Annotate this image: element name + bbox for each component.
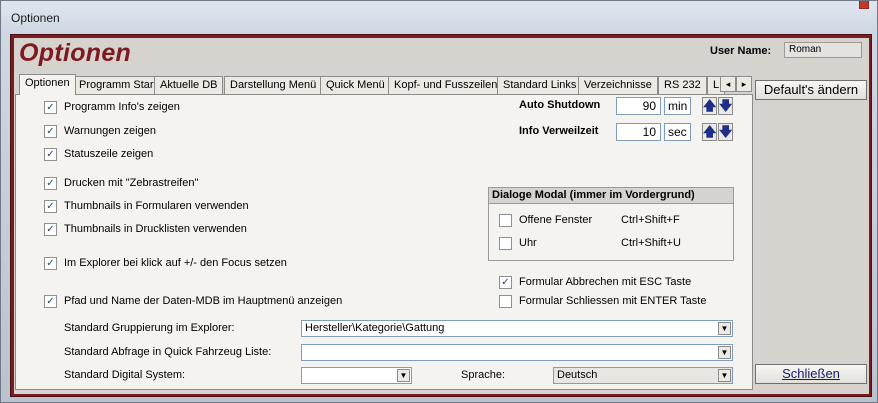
tab-aktuelle-db[interactable]: Aktuelle DB bbox=[154, 76, 224, 94]
info-delay-down-icon[interactable]: 🡇 bbox=[718, 123, 733, 141]
title-bar: Optionen bbox=[1, 1, 877, 31]
auto-shutdown-up-icon[interactable]: 🡅 bbox=[702, 97, 717, 115]
page-title: Optionen bbox=[19, 39, 132, 67]
chevron-down-icon[interactable]: ▼ bbox=[718, 346, 731, 359]
label-statuszeile: Statuszeile zeigen bbox=[64, 148, 154, 160]
auto-shutdown-unit: min bbox=[664, 97, 691, 115]
checkbox-offene-fenster[interactable] bbox=[499, 214, 512, 227]
tab-standard-links[interactable]: Standard Links bbox=[497, 76, 583, 94]
close-icon[interactable] bbox=[859, 1, 869, 9]
checkbox-enter-schliessen[interactable] bbox=[499, 295, 512, 308]
shortcut-uhr: Ctrl+Shift+U bbox=[621, 237, 681, 249]
auto-shutdown-label: Auto Shutdown bbox=[519, 99, 601, 111]
dialog-modal-header: Dialoge Modal (immer im Vordergrund) bbox=[489, 188, 733, 204]
checkbox-esc-abbrechen[interactable]: ✓ bbox=[499, 276, 512, 289]
grouping-label: Standard Gruppierung im Explorer: bbox=[64, 322, 235, 334]
tab-quick-menu[interactable]: Quick Menü bbox=[320, 76, 391, 94]
default-change-button[interactable]: Default's ändern bbox=[755, 80, 867, 100]
close-button[interactable]: Schließen bbox=[755, 364, 867, 384]
query-label: Standard Abfrage in Quick Fahrzeug Liste… bbox=[64, 346, 272, 358]
language-value: Deutsch bbox=[557, 369, 598, 381]
tab-kopf-fusszeilen[interactable]: Kopf- und Fusszeilen bbox=[388, 76, 504, 94]
chevron-down-icon[interactable]: ▼ bbox=[718, 322, 731, 335]
info-delay-label: Info Verweilzeit bbox=[519, 125, 599, 137]
tab-scroll-right-icon[interactable]: ▸ bbox=[736, 76, 752, 92]
label-warnungen: Warnungen zeigen bbox=[64, 125, 156, 137]
grouping-value: Hersteller\Kategorie\Gattung bbox=[305, 322, 445, 334]
tab-optionen[interactable]: Optionen bbox=[19, 74, 76, 95]
window-title: Optionen bbox=[11, 11, 60, 25]
dialog-modal-group: Dialoge Modal (immer im Vordergrund) Off… bbox=[488, 187, 734, 261]
label-offene-fenster: Offene Fenster bbox=[519, 214, 593, 226]
checkbox-programm-info[interactable]: ✓ bbox=[44, 101, 57, 114]
form-frame: Optionen User Name: Roman Optionen Progr… bbox=[10, 34, 872, 397]
label-esc-abbrechen: Formular Abbrechen mit ESC Taste bbox=[519, 276, 692, 288]
tab-darstellung-menu[interactable]: Darstellung Menü bbox=[224, 76, 323, 94]
language-label: Sprache: bbox=[461, 369, 506, 381]
user-name-field: Roman bbox=[784, 42, 862, 58]
form-content: Optionen User Name: Roman Optionen Progr… bbox=[14, 38, 869, 394]
label-thumbnails-formulare: Thumbnails in Formularen verwenden bbox=[64, 200, 249, 212]
digital-label: Standard Digital System: bbox=[64, 369, 186, 381]
checkbox-zebrastreifen[interactable]: ✓ bbox=[44, 177, 57, 190]
checkbox-thumbnails-formulare[interactable]: ✓ bbox=[44, 200, 57, 213]
checkbox-warnungen[interactable]: ✓ bbox=[44, 125, 57, 138]
query-select[interactable]: ▼ bbox=[301, 344, 733, 361]
tab-page-optionen: ✓ Programm Info's zeigen ✓ Warnungen zei… bbox=[15, 94, 753, 390]
user-name-label: User Name: bbox=[710, 45, 772, 57]
checkbox-thumbnails-drucklisten[interactable]: ✓ bbox=[44, 223, 57, 236]
auto-shutdown-input[interactable]: 90 bbox=[616, 97, 661, 115]
shortcut-offene-fenster: Ctrl+Shift+F bbox=[621, 214, 680, 226]
tab-scroll-left-icon[interactable]: ◂ bbox=[720, 76, 736, 92]
tab-rs232[interactable]: RS 232 bbox=[658, 76, 707, 94]
tab-programm-start[interactable]: Programm Start bbox=[73, 76, 163, 94]
grouping-select[interactable]: Hersteller\Kategorie\Gattung ▼ bbox=[301, 320, 733, 337]
options-window: Optionen Optionen User Name: Roman Optio… bbox=[0, 0, 878, 403]
label-pfad-mdb: Pfad und Name der Daten-MDB im Hauptmenü… bbox=[64, 295, 343, 307]
label-zebrastreifen: Drucken mit "Zebrastreifen" bbox=[64, 177, 199, 189]
checkbox-explorer-focus[interactable]: ✓ bbox=[44, 257, 57, 270]
chevron-down-icon[interactable]: ▼ bbox=[397, 369, 410, 382]
auto-shutdown-down-icon[interactable]: 🡇 bbox=[718, 97, 733, 115]
label-thumbnails-drucklisten: Thumbnails in Drucklisten verwenden bbox=[64, 223, 247, 235]
info-delay-input[interactable]: 10 bbox=[616, 123, 661, 141]
info-delay-up-icon[interactable]: 🡅 bbox=[702, 123, 717, 141]
checkbox-uhr[interactable] bbox=[499, 237, 512, 250]
checkbox-statuszeile[interactable]: ✓ bbox=[44, 148, 57, 161]
language-select[interactable]: Deutsch ▼ bbox=[553, 367, 733, 384]
label-programm-info: Programm Info's zeigen bbox=[64, 101, 180, 113]
label-uhr: Uhr bbox=[519, 237, 537, 249]
checkbox-pfad-mdb[interactable]: ✓ bbox=[44, 295, 57, 308]
chevron-down-icon[interactable]: ▼ bbox=[718, 369, 731, 382]
label-explorer-focus: Im Explorer bei klick auf +/- den Focus … bbox=[64, 257, 287, 269]
info-delay-unit: sec bbox=[664, 123, 691, 141]
label-enter-schliessen: Formular Schliessen mit ENTER Taste bbox=[519, 295, 707, 307]
tab-verzeichnisse[interactable]: Verzeichnisse bbox=[578, 76, 658, 94]
digital-select[interactable]: ▼ bbox=[301, 367, 412, 384]
